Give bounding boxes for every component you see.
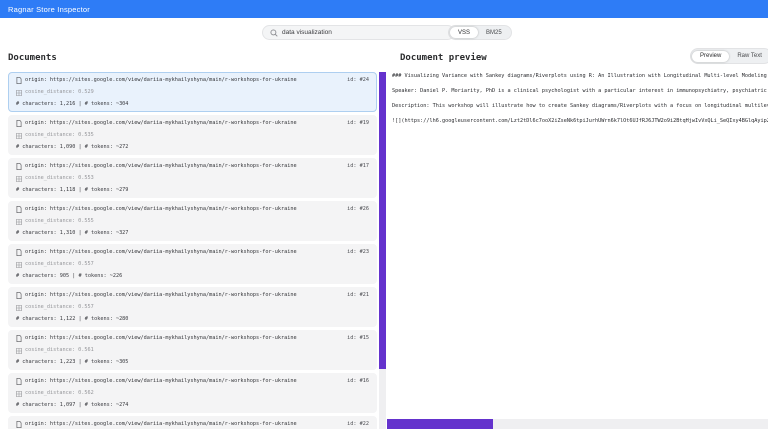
origin-label: origin:: [25, 120, 47, 127]
characters-tokens: # characters: 1,090 | # tokens: ~272: [16, 144, 369, 151]
document-card[interactable]: origin: https://sites.google.com/view/da…: [8, 416, 377, 429]
cosine-distance: cosine_distance: 0.557: [25, 261, 94, 268]
document-icon: [16, 163, 22, 170]
search-icon: [270, 29, 278, 37]
cosine-distance: cosine_distance: 0.561: [25, 347, 94, 354]
document-id: id: #23: [347, 249, 369, 256]
origin-value: https://sites.google.com/view/dariia-myk…: [50, 249, 297, 256]
document-icon: [16, 335, 22, 342]
mode-option-vss[interactable]: VSS: [450, 27, 478, 38]
preview-hscrollbar[interactable]: [387, 419, 768, 429]
app-header: Ragnar Store Inspector: [0, 0, 768, 18]
document-id: id: #24: [347, 77, 369, 84]
preview-view-toggle: Preview Raw Text: [690, 48, 768, 64]
preview-line: Speaker: Daniel P. Moriarity, PhD is a c…: [392, 84, 768, 99]
grid-icon: [16, 262, 22, 268]
document-id: id: #19: [347, 120, 369, 127]
origin-label: origin:: [25, 421, 47, 428]
mode-option-bm25[interactable]: BM25: [478, 27, 510, 38]
app-title: Ragnar Store Inspector: [8, 5, 90, 14]
document-card[interactable]: origin: https://sites.google.com/view/da…: [8, 373, 377, 413]
grid-icon: [16, 391, 22, 397]
document-card[interactable]: origin: https://sites.google.com/view/da…: [8, 287, 377, 327]
grid-icon: [16, 305, 22, 311]
characters-tokens: # characters: 1,310 | # tokens: ~327: [16, 230, 369, 237]
document-id: id: #16: [347, 378, 369, 385]
document-id: id: #26: [347, 206, 369, 213]
origin-label: origin:: [25, 77, 47, 84]
view-option-preview[interactable]: Preview: [692, 51, 729, 62]
document-card[interactable]: origin: https://sites.google.com/view/da…: [8, 330, 377, 370]
preview-heading: Document preview: [400, 53, 487, 63]
characters-tokens: # characters: 1,097 | # tokens: ~274: [16, 402, 369, 409]
search-bar[interactable]: [262, 25, 455, 40]
documents-scrollbar-thumb[interactable]: [379, 72, 386, 369]
origin-value: https://sites.google.com/view/dariia-myk…: [50, 421, 297, 428]
document-id: id: #22: [347, 421, 369, 428]
origin-label: origin:: [25, 163, 47, 170]
cosine-distance: cosine_distance: 0.535: [25, 132, 94, 139]
documents-list: origin: https://sites.google.com/view/da…: [8, 72, 377, 429]
documents-scrollbar[interactable]: [379, 72, 386, 429]
document-icon: [16, 378, 22, 385]
document-icon: [16, 77, 22, 84]
document-icon: [16, 120, 22, 127]
origin-value: https://sites.google.com/view/dariia-myk…: [50, 206, 297, 213]
preview-line: ### Visualizing Variance with Sankey dia…: [392, 69, 768, 84]
app-root: Ragnar Store Inspector VSS BM25 Document…: [0, 0, 768, 429]
view-option-rawtext[interactable]: Raw Text: [729, 51, 768, 62]
grid-icon: [16, 176, 22, 182]
document-card[interactable]: origin: https://sites.google.com/view/da…: [8, 244, 377, 284]
document-card[interactable]: origin: https://sites.google.com/view/da…: [8, 201, 377, 241]
origin-label: origin:: [25, 292, 47, 299]
origin-label: origin:: [25, 335, 47, 342]
origin-value: https://sites.google.com/view/dariia-myk…: [50, 120, 297, 127]
document-id: id: #15: [347, 335, 369, 342]
preview-line: Description: This workshop will illustra…: [392, 99, 768, 114]
preview-panel: ### Visualizing Variance with Sankey dia…: [392, 69, 768, 417]
cosine-distance: cosine_distance: 0.562: [25, 390, 94, 397]
document-icon: [16, 206, 22, 213]
document-card[interactable]: origin: https://sites.google.com/view/da…: [8, 72, 377, 112]
document-icon: [16, 421, 22, 428]
document-id: id: #17: [347, 163, 369, 170]
document-id: id: #21: [347, 292, 369, 299]
document-icon: [16, 249, 22, 256]
document-icon: [16, 292, 22, 299]
cosine-distance: cosine_distance: 0.553: [25, 175, 94, 182]
search-mode-toggle: VSS BM25: [448, 25, 512, 40]
grid-icon: [16, 133, 22, 139]
characters-tokens: # characters: 1,223 | # tokens: ~305: [16, 359, 369, 366]
origin-value: https://sites.google.com/view/dariia-myk…: [50, 163, 297, 170]
characters-tokens: # characters: 1,118 | # tokens: ~279: [16, 187, 369, 194]
origin-value: https://sites.google.com/view/dariia-myk…: [50, 292, 297, 299]
preview-hscrollbar-thumb[interactable]: [387, 419, 493, 429]
characters-tokens: # characters: 905 | # tokens: ~226: [16, 273, 369, 280]
characters-tokens: # characters: 1,122 | # tokens: ~280: [16, 316, 369, 323]
grid-icon: [16, 90, 22, 96]
document-card[interactable]: origin: https://sites.google.com/view/da…: [8, 158, 377, 198]
grid-icon: [16, 348, 22, 354]
documents-heading: Documents: [8, 53, 57, 63]
cosine-distance: cosine_distance: 0.555: [25, 218, 94, 225]
characters-tokens: # characters: 1,216 | # tokens: ~304: [16, 101, 369, 108]
cosine-distance: cosine_distance: 0.557: [25, 304, 94, 311]
origin-value: https://sites.google.com/view/dariia-myk…: [50, 378, 297, 385]
origin-value: https://sites.google.com/view/dariia-myk…: [50, 77, 297, 84]
origin-label: origin:: [25, 378, 47, 385]
origin-label: origin:: [25, 249, 47, 256]
origin-label: origin:: [25, 206, 47, 213]
grid-icon: [16, 219, 22, 225]
document-card[interactable]: origin: https://sites.google.com/view/da…: [8, 115, 377, 155]
origin-value: https://sites.google.com/view/dariia-myk…: [50, 335, 297, 342]
cosine-distance: cosine_distance: 0.529: [25, 89, 94, 96]
search-input[interactable]: [282, 29, 447, 36]
preview-line: ![](https://lh6.googleusercontent.com/Lz…: [392, 114, 768, 129]
